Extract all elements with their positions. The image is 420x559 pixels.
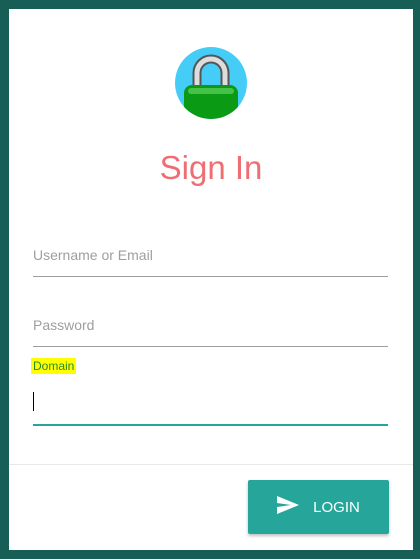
padlock-logo-icon [175, 47, 247, 119]
login-button-label: LOGIN [313, 498, 360, 516]
text-caret [33, 392, 34, 411]
domain-label: Domain [31, 358, 77, 374]
domain-underline-focused [33, 424, 388, 426]
page-title: Sign In [159, 149, 263, 186]
password-placeholder: Password [33, 317, 95, 333]
footer-divider [9, 464, 413, 465]
username-underline [33, 276, 388, 277]
username-field[interactable]: Username or Email [33, 239, 388, 279]
login-button[interactable]: LOGIN [248, 480, 389, 534]
login-card: Sign In Username or Email Password Domai… [9, 9, 413, 550]
username-placeholder: Username or Email [33, 247, 153, 263]
password-underline [33, 346, 388, 347]
domain-field[interactable]: Domain [31, 358, 388, 426]
send-icon [277, 496, 300, 518]
password-field[interactable]: Password [33, 309, 388, 349]
